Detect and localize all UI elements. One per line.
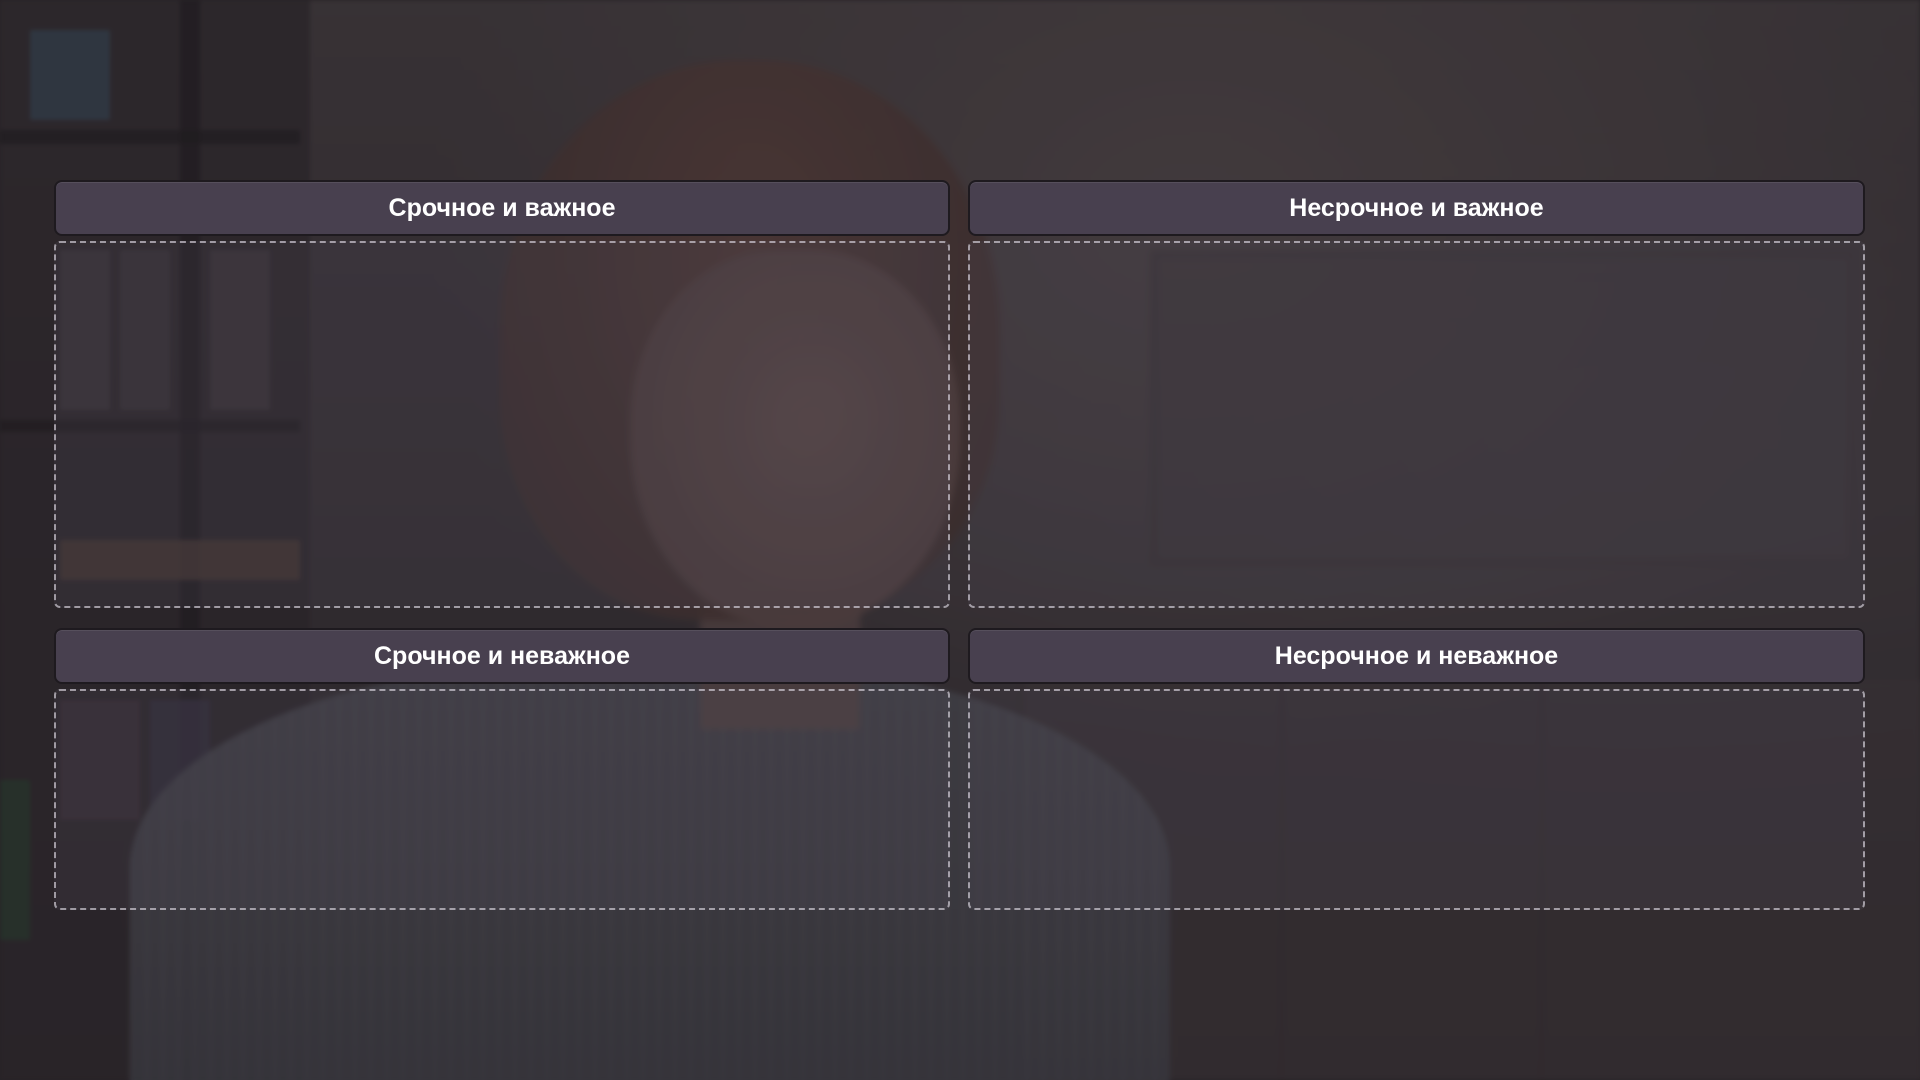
- quadrant-header-urgent-important: Срочное и важное: [54, 180, 950, 236]
- quadrant-title: Срочное и неважное: [374, 641, 630, 670]
- quadrant-title: Несрочное и неважное: [1274, 641, 1559, 670]
- quadrant-title: Срочное и важное: [388, 193, 616, 222]
- quadrant-header-not-urgent-important: Несрочное и важное: [968, 180, 1865, 236]
- quadrant-header-urgent-not-important: Срочное и неважное: [54, 628, 950, 684]
- drop-zone-urgent-important[interactable]: [54, 241, 950, 608]
- drop-zone-urgent-not-important[interactable]: [54, 689, 950, 910]
- drop-zone-not-urgent-not-important[interactable]: [968, 689, 1865, 910]
- drop-zone-not-urgent-important[interactable]: [968, 241, 1865, 608]
- quadrant-title: Несрочное и важное: [1289, 193, 1544, 222]
- quadrant-header-not-urgent-not-important: Несрочное и неважное: [968, 628, 1865, 684]
- matrix-screen: Срочное и важное Несрочное и важное Сроч…: [0, 0, 1920, 1080]
